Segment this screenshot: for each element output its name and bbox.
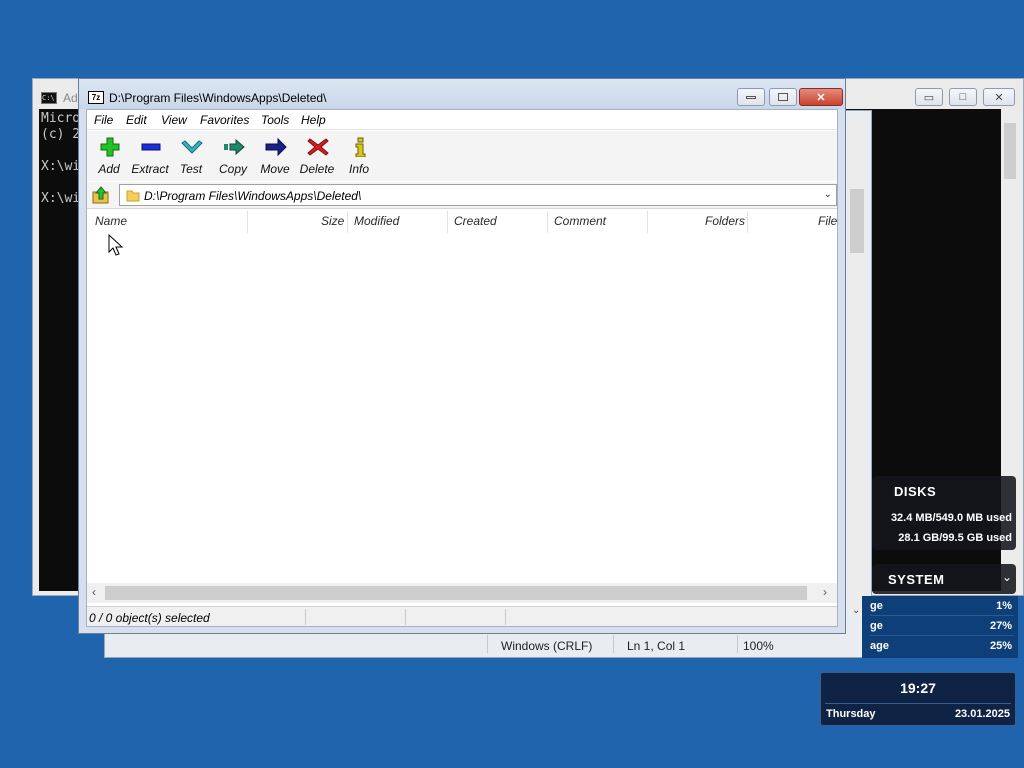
folder-icon [126, 190, 140, 202]
usage-row: ge 27% [870, 616, 1014, 636]
system-usage-list: ge 1% ge 27% age 25% [862, 596, 1018, 658]
move-button[interactable]: Move [253, 133, 297, 179]
column-comment[interactable]: Comment [554, 214, 606, 228]
copy-button[interactable]: Copy [211, 133, 255, 179]
menu-tools[interactable]: Tools [261, 113, 289, 127]
clock-date: 23.01.2025 [954, 708, 1010, 720]
usage-row: age 25% [870, 640, 1012, 652]
mouse-cursor-icon [108, 234, 124, 256]
menu-bar: File Edit View Favorites Tools Help [87, 110, 837, 130]
selection-status: 0 / 0 object(s) selected [89, 611, 210, 625]
menu-view[interactable]: View [161, 113, 187, 127]
file-list[interactable]: Name Size Modified Created Comment Folde… [87, 208, 837, 606]
list-header: Name Size Modified Created Comment Folde… [87, 209, 837, 233]
x-icon [307, 138, 329, 156]
disks-gadget: DISKS 32.4 MB/549.0 MB used 28.1 GB/99.5… [872, 476, 1016, 550]
menu-edit[interactable]: Edit [126, 113, 147, 127]
add-button[interactable]: Add [87, 133, 131, 179]
column-created[interactable]: Created [454, 214, 497, 228]
disks-header: DISKS [894, 484, 937, 499]
status-bar: 0 / 0 object(s) selected [87, 606, 837, 626]
cursor-position-status: Ln 1, Col 1 [627, 639, 686, 653]
7zip-app-icon: 7z [88, 91, 104, 104]
console-scroll-thumb[interactable] [1004, 123, 1016, 179]
move-arrow-icon [265, 137, 287, 157]
column-modified[interactable]: Modified [354, 214, 399, 228]
test-button[interactable]: Test [169, 133, 213, 179]
close-button[interactable]: ✕ [799, 88, 843, 106]
system-gadget-header: SYSTEM ⌄ [872, 564, 1016, 594]
column-folders[interactable]: Folders [705, 214, 745, 228]
console-minimize-button[interactable]: ▭ [915, 88, 943, 106]
notepad-statusbar: Windows (CRLF) Ln 1, Col 1 100% [105, 631, 871, 657]
copy-arrow-icon [224, 138, 245, 156]
toolbar: Add Extract Test Copy Move Delete Info [87, 131, 837, 181]
minimize-icon [746, 95, 756, 99]
column-files[interactable]: File [818, 214, 837, 228]
address-path: D:\Program Files\WindowsApps\Deleted\ [144, 189, 362, 203]
scroll-right-icon[interactable]: › [823, 585, 827, 599]
minus-icon [141, 143, 161, 151]
console-maximize-button[interactable]: □ [949, 88, 977, 106]
notepad-scroll-thumb[interactable] [850, 189, 864, 253]
console-icon: C:\ [41, 92, 57, 104]
info-icon [355, 137, 366, 157]
info-button[interactable]: Info [337, 133, 381, 179]
usage-row: ge 1% [870, 596, 1014, 616]
folder-up-icon[interactable] [91, 186, 111, 204]
clock-gadget: 19:27 Thursday 23.01.2025 [820, 672, 1016, 726]
horizontal-scroll-thumb[interactable] [105, 586, 807, 600]
minimize-button[interactable] [737, 88, 765, 106]
console-close-button[interactable]: ✕ [983, 88, 1015, 106]
column-name[interactable]: Name [95, 214, 127, 228]
notepad-scrollbar[interactable]: ⌄ [847, 119, 867, 616]
column-size[interactable]: Size [321, 214, 344, 228]
restore-icon [778, 93, 788, 101]
check-icon [181, 140, 203, 154]
title-bar[interactable]: 7z D:\Program Files\WindowsApps\Deleted\… [79, 79, 845, 109]
system-header: SYSTEM [888, 572, 945, 587]
console-title: Ad [63, 91, 78, 105]
menu-file[interactable]: File [94, 113, 113, 127]
scroll-left-icon[interactable]: ‹ [92, 585, 96, 599]
console-text: Micro (c) 2 X:\wi X:\wi [41, 111, 81, 206]
7zip-client-area: File Edit View Favorites Tools Help Add … [86, 109, 838, 627]
disk-usage-2: 28.1 GB/99.5 GB used [898, 532, 1012, 544]
address-combobox[interactable]: D:\Program Files\WindowsApps\Deleted\ ⌄ [119, 184, 837, 206]
menu-favorites[interactable]: Favorites [200, 113, 249, 127]
horizontal-scrollbar[interactable]: ‹ › [87, 583, 837, 603]
extract-button[interactable]: Extract [128, 133, 172, 179]
encoding-status: Windows (CRLF) [501, 639, 593, 653]
window-title: D:\Program Files\WindowsApps\Deleted\ [109, 91, 327, 105]
plus-icon [100, 137, 120, 157]
clock-day: Thursday [826, 708, 876, 720]
clock-time: 19:27 [900, 680, 936, 696]
delete-button[interactable]: Delete [295, 133, 339, 179]
address-bar: D:\Program Files\WindowsApps\Deleted\ ⌄ [87, 182, 837, 208]
scroll-down-icon[interactable]: ⌄ [852, 605, 860, 616]
maximize-button[interactable] [769, 88, 797, 106]
7zip-window[interactable]: 7z D:\Program Files\WindowsApps\Deleted\… [78, 78, 846, 634]
close-icon: ✕ [816, 91, 826, 104]
disk-usage-1: 32.4 MB/549.0 MB used [890, 512, 1012, 524]
chevron-down-icon[interactable]: ⌄ [824, 189, 832, 200]
chevron-down-icon[interactable]: ⌄ [1002, 570, 1012, 584]
zoom-status: 100% [743, 639, 774, 653]
menu-help[interactable]: Help [301, 113, 326, 127]
